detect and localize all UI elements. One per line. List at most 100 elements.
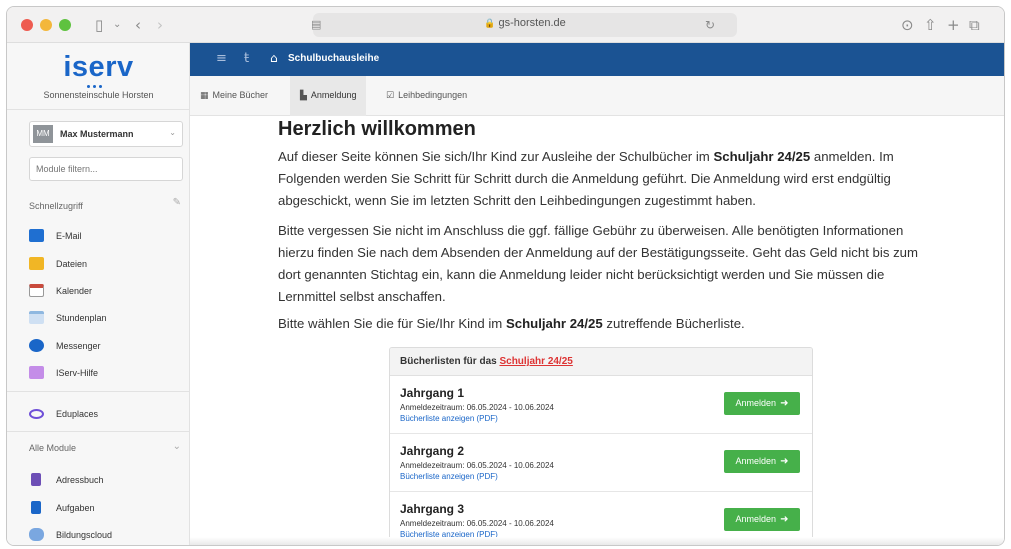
tab-label: Leihbedingungen [398, 90, 468, 100]
menu-icon[interactable]: ≡ [216, 51, 227, 66]
sidebar-item-label: Bildungscloud [56, 530, 113, 540]
forward-icon[interactable]: › [157, 15, 163, 35]
grade-title: Jahrgang 2 [400, 444, 465, 458]
calendar-icon [29, 284, 44, 297]
tab-bar: ▦ Meine Bücher ▙ Anmeldung ☑ Leihbedingunge… [190, 76, 1004, 116]
folder-icon [29, 257, 44, 270]
welcome-heading: Herzlich willkommen [278, 118, 476, 140]
edit-icon[interactable]: ✎ [173, 197, 181, 208]
register-button[interactable]: Anmelden ➜ [724, 392, 800, 415]
reload-icon[interactable]: ↻ [705, 15, 715, 35]
sidebar-item-email[interactable]: E-Mail [29, 226, 183, 250]
user-menu[interactable]: MM Max Mustermann ⌄ [29, 121, 183, 147]
new-tab-icon[interactable]: + [947, 15, 960, 35]
school-name: Sonnensteinschule Horsten [43, 90, 154, 100]
chevron-down-icon[interactable]: ⌄ [173, 441, 181, 452]
minimize-window-button[interactable] [40, 19, 52, 31]
url-value: gs-horsten.de [498, 17, 566, 29]
register-button[interactable]: Anmelden ➜ [724, 450, 800, 473]
booklist-pdf-link[interactable]: Bücherliste anzeigen (PDF) [400, 472, 498, 481]
books-icon: ▦ [200, 91, 209, 101]
page-title: Schulbuchausleihe [288, 53, 380, 64]
document-icon: ▙ [300, 91, 307, 101]
home-icon[interactable]: ⌂ [270, 51, 278, 65]
sidebar-item-label: Adressbuch [56, 475, 104, 485]
panel-title: Bücherlisten für das [400, 356, 500, 367]
booklist-panel: Bücherlisten für das Schuljahr 24/25 Jah… [389, 347, 813, 545]
school-year-link[interactable]: Schuljahr 24/25 [499, 356, 572, 367]
tab-my-books[interactable]: ▦ Meine Bücher [190, 76, 278, 116]
lock-icon: 🔒 [484, 18, 496, 28]
register-button-label: Anmelden [735, 456, 777, 466]
school-year-text: Schuljahr 24/25 [713, 149, 811, 164]
register-button-label: Anmelden [735, 514, 777, 524]
download-icon[interactable]: ⊙ [901, 15, 914, 35]
sidebar-item-label: IServ-Hilfe [56, 368, 99, 378]
tab-registration[interactable]: ▙ Anmeldung [290, 76, 367, 116]
grade-title: Jahrgang 1 [400, 386, 465, 400]
share-icon[interactable]: ⇧ [924, 15, 937, 35]
booklist-pdf-link[interactable]: Bücherliste anzeigen (PDF) [400, 414, 498, 423]
sidebar-item-bildungscloud[interactable]: Bildungscloud [29, 525, 183, 545]
sidebar-item-label: Kalender [56, 286, 93, 296]
all-modules-label[interactable]: Alle Module [29, 443, 76, 453]
address-bar[interactable]: ▤ 🔒 gs-horsten.de ↻ [311, 13, 737, 37]
app-header: ≡ ŧ ⌂ Schulbuchausleihe [190, 43, 1004, 76]
register-button[interactable]: Anmelden ➜ [724, 508, 800, 531]
help-icon [29, 366, 44, 379]
zoom-window-button[interactable] [59, 19, 71, 31]
registration-period: Anmeldezeitraum: 06.05.2024 - 10.06.2024 [400, 519, 554, 528]
caret-icon: ⌄ [169, 128, 176, 137]
logo-dots [87, 75, 115, 88]
sidebar-item-files[interactable]: Dateien [29, 254, 183, 278]
sidebar: iserv Sonnensteinschule Horsten MM Max M… [7, 43, 190, 545]
tasks-icon [31, 501, 41, 514]
registration-period: Anmeldezeitraum: 06.05.2024 - 10.06.2024 [400, 461, 554, 470]
grade-row-1: Jahrgang 1 Anmeldezeitraum: 06.05.2024 -… [390, 376, 812, 434]
divider [7, 431, 190, 432]
tab-label: Meine Bücher [212, 90, 269, 100]
browser-toolbar: ▯ ⌄ ‹ › ▤ 🔒 gs-horsten.de ↻ ⊙ ⇧ + ⧉ [7, 7, 1004, 43]
intro-text-start: Auf dieser Seite können Sie sich/Ihr Kin… [278, 149, 714, 164]
sidebar-item-calendar[interactable]: Kalender [29, 281, 183, 305]
grade-title: Jahrgang 3 [400, 502, 465, 516]
sidebar-item-help[interactable]: IServ-Hilfe [29, 363, 183, 387]
choose-text-start: Bitte wählen Sie die für Sie/Ihr Kind im [278, 316, 506, 331]
arrow-right-icon: ➜ [780, 398, 789, 409]
tabs-icon[interactable]: ⧉ [969, 15, 980, 35]
addressbook-icon [31, 473, 41, 486]
checklist-icon: ☑ [386, 91, 395, 101]
sidebar-item-eduplaces[interactable]: Eduplaces [29, 404, 183, 428]
sidebar-item-label: Eduplaces [56, 409, 99, 419]
mail-icon [29, 229, 44, 242]
choose-text-end: zutreffende Bücherliste. [602, 316, 745, 331]
sidebar-item-messenger[interactable]: Messenger [29, 336, 183, 360]
registration-period: Anmeldezeitraum: 06.05.2024 - 10.06.2024 [400, 403, 554, 412]
cloud-icon [29, 528, 44, 541]
sidebar-item-timetable[interactable]: Stundenplan [29, 308, 183, 332]
pin-icon[interactable]: ŧ [244, 51, 249, 66]
register-button-label: Anmelden [735, 398, 777, 408]
module-filter-input[interactable] [29, 157, 183, 181]
arrow-right-icon: ➜ [780, 456, 789, 467]
iserv-logo[interactable]: iserv [7, 51, 190, 84]
back-icon[interactable]: ‹ [135, 15, 141, 35]
arrow-right-icon: ➜ [780, 514, 789, 525]
fee-paragraph: Bitte vergessen Sie nicht im Anschluss d… [278, 223, 918, 304]
sidebar-item-label: Dateien [56, 259, 88, 269]
sidebar-item-label: E-Mail [56, 231, 82, 241]
school-year-text: Schuljahr 24/25 [505, 316, 603, 331]
tab-loan-conditions[interactable]: ☑ Leihbedingungen [376, 76, 477, 116]
sidebar-item-addressbook[interactable]: Adressbuch [29, 470, 183, 494]
browser-window: ▯ ⌄ ‹ › ▤ 🔒 gs-horsten.de ↻ ⊙ ⇧ + ⧉ iserv… [6, 6, 1005, 546]
sidebar-item-label: Messenger [56, 341, 101, 351]
close-window-button[interactable] [21, 19, 33, 31]
scroll-shadow [190, 537, 1004, 545]
sidebar-icon[interactable]: ▯ [95, 15, 103, 35]
sidebar-item-label: Stundenplan [56, 313, 107, 323]
grade-row-2: Jahrgang 2 Anmeldezeitraum: 06.05.2024 -… [390, 434, 812, 492]
sidebar-item-tasks[interactable]: Aufgaben [29, 498, 183, 522]
timetable-icon [29, 311, 44, 324]
divider [7, 391, 190, 392]
chevron-down-icon[interactable]: ⌄ [113, 15, 121, 35]
